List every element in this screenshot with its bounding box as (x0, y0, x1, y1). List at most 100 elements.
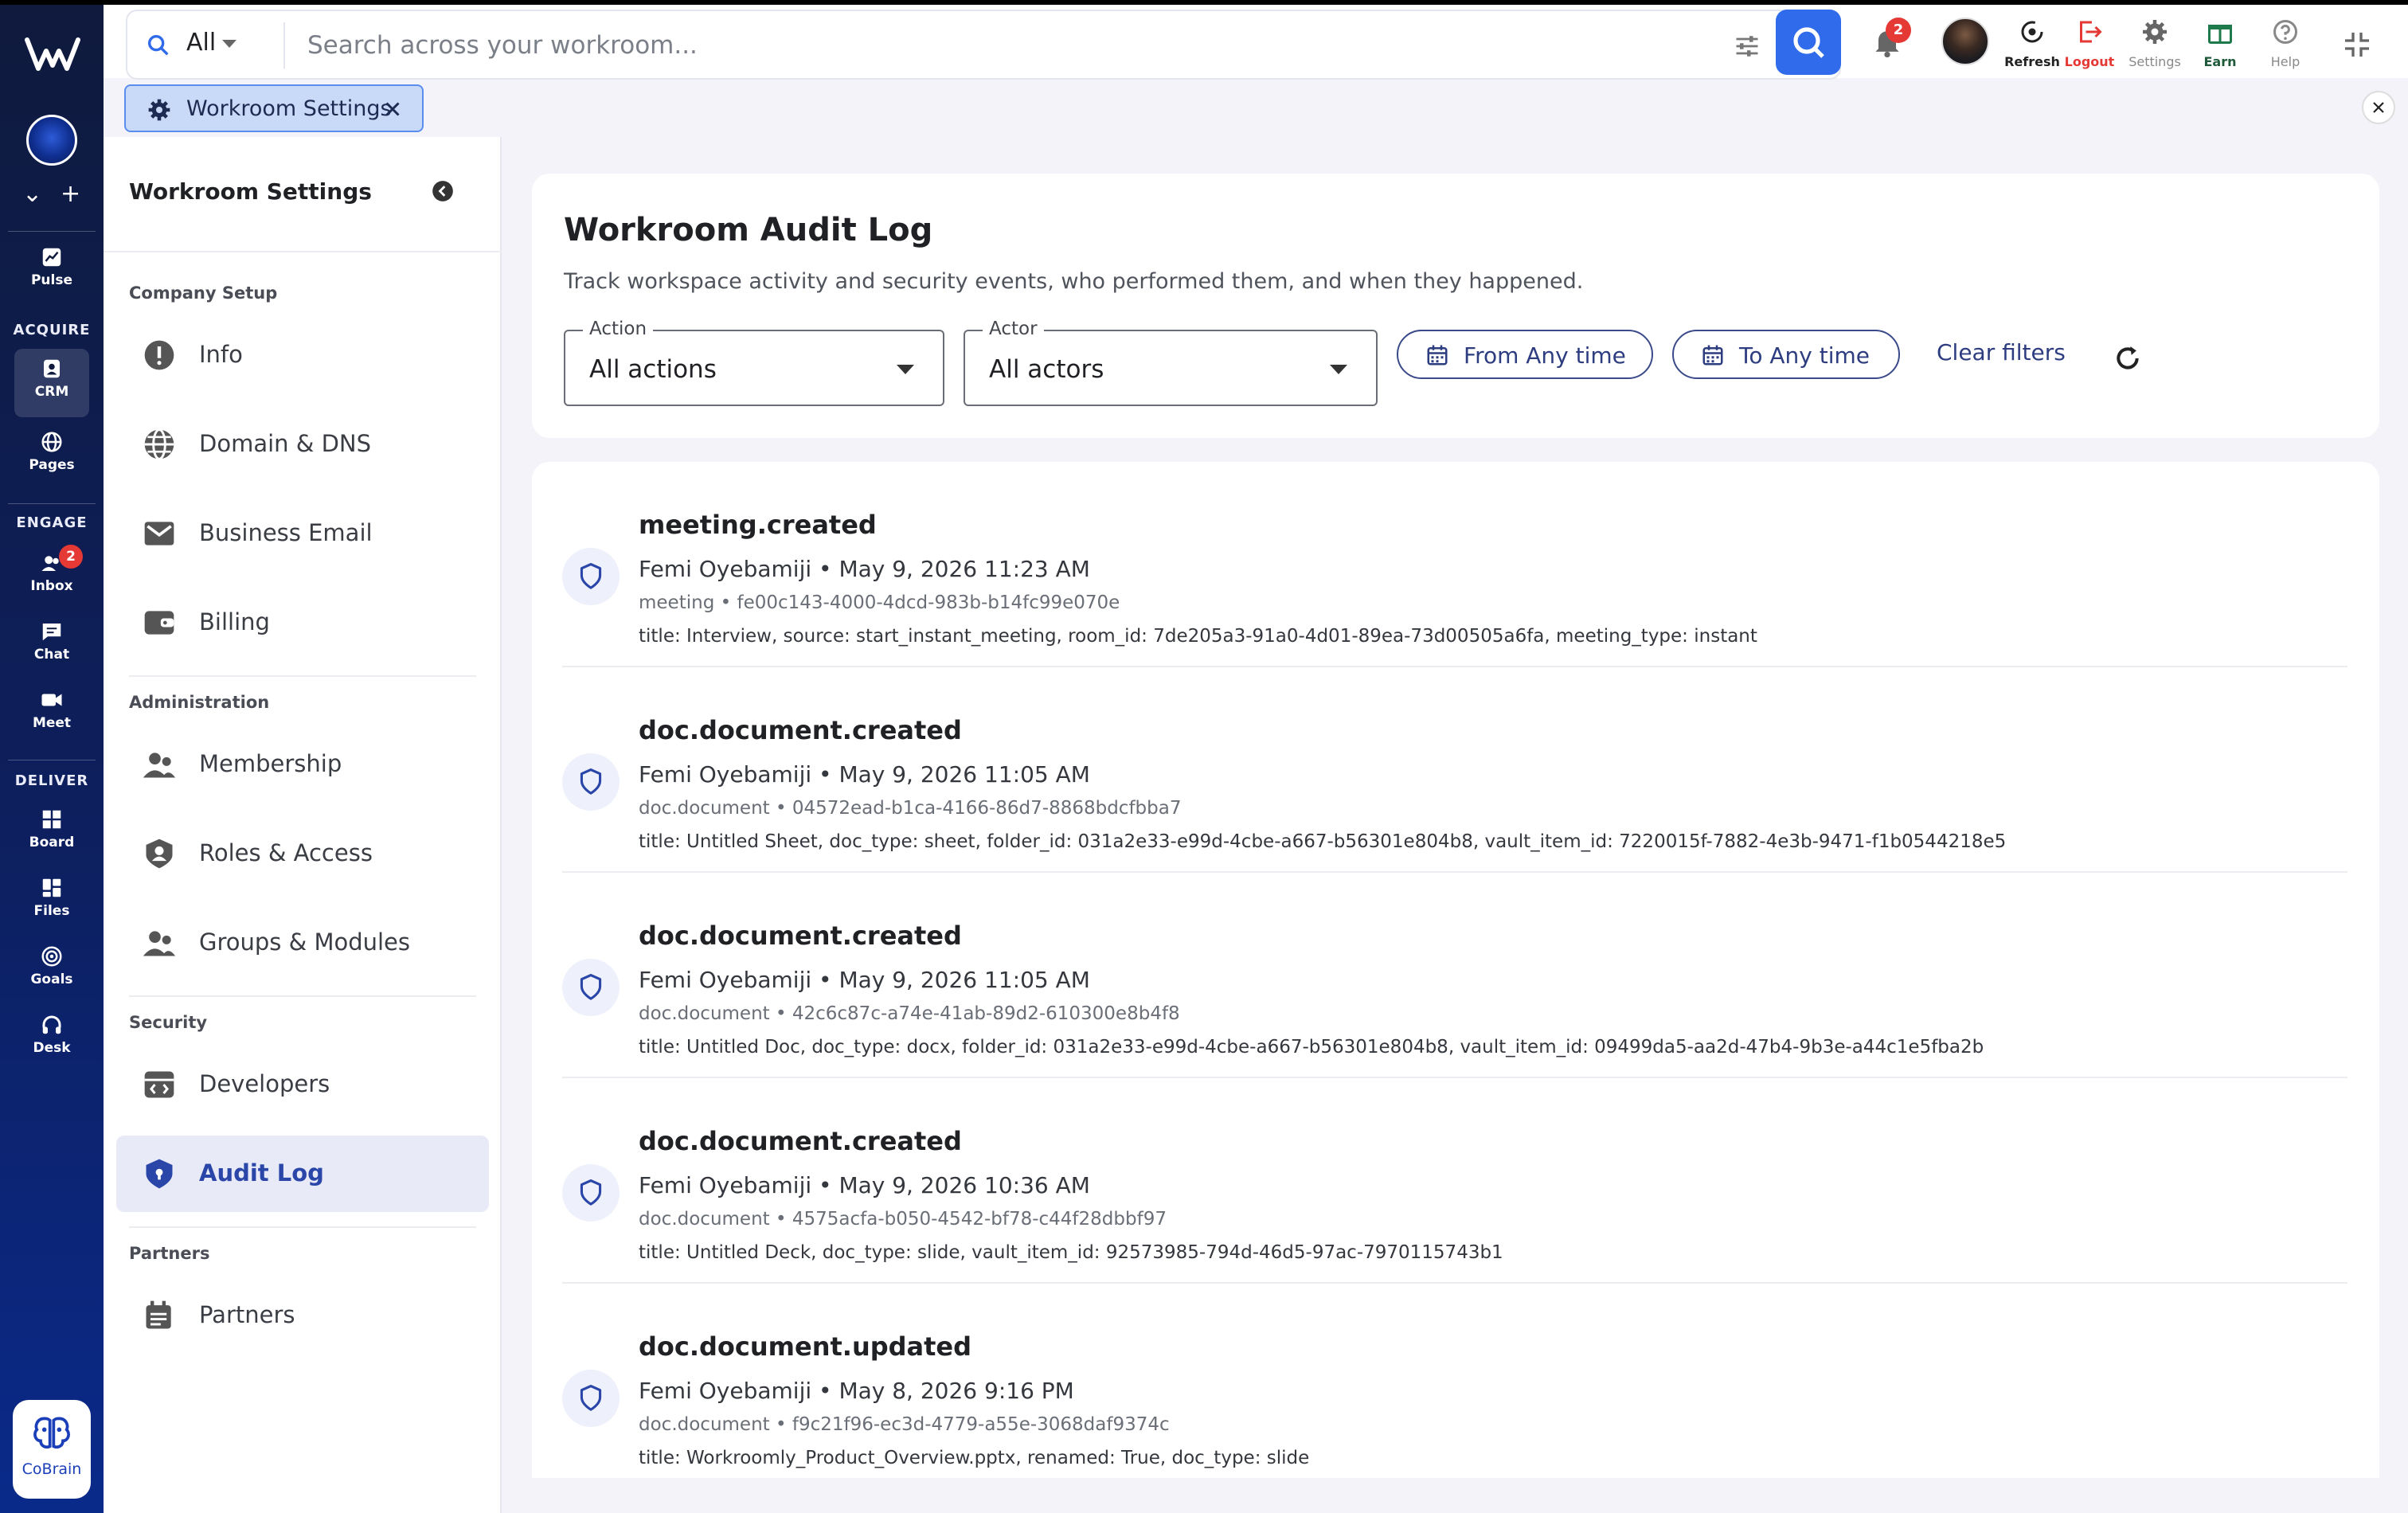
notifications-button[interactable]: 2 (1870, 18, 1911, 59)
from-date-label: From Any time (1464, 342, 1626, 369)
rail-label: Meet (32, 715, 72, 731)
sidebar-item-label: Membership (199, 750, 342, 777)
sidebar-item-roles[interactable]: Roles & Access (116, 815, 489, 892)
users-icon (143, 753, 176, 778)
rail-item-inbox[interactable]: 2 Inbox (14, 543, 89, 607)
refresh-icon (2021, 21, 2043, 43)
sidebar-item-partners[interactable]: Partners (116, 1277, 489, 1354)
board-icon (42, 810, 61, 829)
sidebar-item-info[interactable]: Info (116, 317, 489, 393)
help-button[interactable]: Help (2254, 18, 2317, 69)
audit-log-entry[interactable]: doc.document.created Femi Oyebamiji • Ma… (562, 873, 2347, 1078)
rail-item-board[interactable]: Board (14, 800, 89, 863)
workspace-avatar[interactable] (26, 115, 77, 166)
refresh-icon[interactable] (2112, 342, 2144, 374)
shield-icon-badge (562, 959, 620, 1016)
cobrain-label: CoBrain (22, 1460, 82, 1478)
sidebar-item-developers[interactable]: Developers (116, 1046, 489, 1123)
entry-actor-time: Femi Oyebamiji • May 9, 2026 10:36 AM (639, 1172, 1090, 1198)
entry-actor-time: Femi Oyebamiji • May 9, 2026 11:05 AM (639, 761, 1090, 788)
entry-details: title: Untitled Deck, doc_type: slide, v… (639, 1242, 1503, 1263)
search-submit-button[interactable] (1776, 10, 1841, 75)
help-label: Help (2270, 54, 2300, 69)
clear-filters-button[interactable]: Clear filters (1937, 339, 2066, 366)
rail-item-goals[interactable]: Goals (14, 936, 89, 1000)
notifications-badge: 2 (1886, 18, 1911, 43)
add-workspace-icon[interactable]: + (61, 180, 80, 208)
sidebar-divider (129, 675, 476, 677)
gear-icon (148, 99, 170, 121)
entry-details: title: Interview, source: start_instant_… (639, 626, 1757, 647)
search-scope-dropdown[interactable]: All (186, 29, 237, 57)
tab-label: Workroom Settings (186, 96, 392, 121)
app-logo-icon[interactable] (24, 33, 81, 75)
search-scope-value: All (186, 29, 217, 57)
sidebar-item-membership[interactable]: Membership (116, 726, 489, 803)
entry-entity: meeting • fe00c143-4000-4dcd-983b-b14fc9… (639, 592, 1120, 613)
to-date-button[interactable]: To Any time (1672, 330, 1900, 379)
earn-button[interactable]: Earn (2188, 18, 2252, 69)
settings-button[interactable]: Settings (2123, 18, 2187, 69)
rail-item-chat[interactable]: Chat (14, 612, 89, 675)
actor-filter-select[interactable]: Actor All actors (964, 319, 1378, 406)
rail-item-pulse[interactable]: Pulse (14, 237, 89, 301)
close-all-tabs-button[interactable] (2362, 91, 2395, 124)
action-filter-select[interactable]: Action All actions (564, 319, 944, 406)
rail-item-pages[interactable]: Pages (14, 422, 89, 486)
sidebar-item-groups[interactable]: Groups & Modules (116, 905, 489, 981)
rail-item-files[interactable]: Files (14, 868, 89, 932)
entry-details: title: Workroomly_Product_Overview.pptx,… (639, 1448, 1310, 1468)
info-icon (144, 340, 174, 370)
action-filter-label: Action (583, 319, 654, 339)
settings-label: Settings (2128, 54, 2181, 69)
sidebar-item-billing[interactable]: Billing (116, 584, 489, 661)
group-security: Security (129, 1013, 208, 1032)
mail-icon (144, 522, 174, 545)
shield-icon (580, 1179, 602, 1206)
sidebar-item-audit-log[interactable]: Audit Log (116, 1136, 489, 1212)
earn-label: Earn (2203, 54, 2237, 69)
chevron-down-icon[interactable]: ⌄ (22, 180, 42, 208)
entry-actor-time: Femi Oyebamiji • May 8, 2026 9:16 PM (639, 1378, 1074, 1404)
group-company-setup: Company Setup (129, 283, 278, 303)
collapse-window-icon[interactable] (2341, 29, 2373, 61)
rail-label: Files (33, 903, 70, 919)
close-icon (2373, 102, 2384, 113)
entry-details: title: Untitled Doc, doc_type: docx, fol… (639, 1037, 1984, 1058)
user-avatar[interactable] (1941, 18, 1989, 65)
entry-actor-time: Femi Oyebamiji • May 9, 2026 11:23 AM (639, 556, 1090, 582)
pulse-icon (42, 248, 61, 267)
cobrain-button[interactable]: CoBrain (13, 1400, 91, 1499)
entry-actor-time: Femi Oyebamiji • May 9, 2026 11:05 AM (639, 967, 1090, 993)
sidebar-item-domain[interactable]: Domain & DNS (116, 406, 489, 483)
audit-log-entry[interactable]: doc.document.created Femi Oyebamiji • Ma… (562, 1078, 2347, 1284)
refresh-button[interactable]: Refresh (2000, 18, 2064, 69)
tab-workroom-settings[interactable]: Workroom Settings (124, 84, 424, 132)
close-icon[interactable] (381, 97, 405, 121)
audit-log-entry[interactable]: doc.document.created Femi Oyebamiji • Ma… (562, 667, 2347, 873)
page-subtitle: Track workspace activity and security ev… (564, 269, 1584, 294)
sidebar-item-label: Partners (199, 1301, 295, 1328)
rail-label: Board (29, 835, 75, 850)
search-input[interactable] (307, 24, 1836, 67)
rail-item-crm[interactable]: CRM (14, 349, 89, 417)
filter-sliders-icon[interactable] (1733, 32, 1761, 61)
from-date-button[interactable]: From Any time (1397, 330, 1653, 379)
group-icon (143, 931, 176, 956)
video-icon (41, 694, 62, 706)
audit-log-entry[interactable]: meeting.created Femi Oyebamiji • May 9, … (562, 462, 2347, 667)
shield-icon-badge (562, 753, 620, 811)
rail-item-meet[interactable]: Meet (14, 680, 89, 744)
rail-label: Inbox (30, 578, 73, 594)
to-date-label: To Any time (1739, 342, 1870, 369)
rail-item-desk[interactable]: Desk (14, 1005, 89, 1069)
page-title: Workroom Audit Log (564, 212, 933, 248)
collapse-sidebar-icon[interactable] (432, 180, 454, 202)
audit-log-entry[interactable]: doc.document.updated Femi Oyebamiji • Ma… (562, 1284, 2347, 1478)
entry-event: doc.document.created (639, 1126, 962, 1156)
sidebar-item-business-email[interactable]: Business Email (116, 495, 489, 572)
shield-icon (580, 768, 602, 795)
action-filter-value: All actions (589, 355, 717, 384)
logout-button[interactable]: Logout (2058, 18, 2121, 69)
shield-icon-badge (562, 548, 620, 605)
